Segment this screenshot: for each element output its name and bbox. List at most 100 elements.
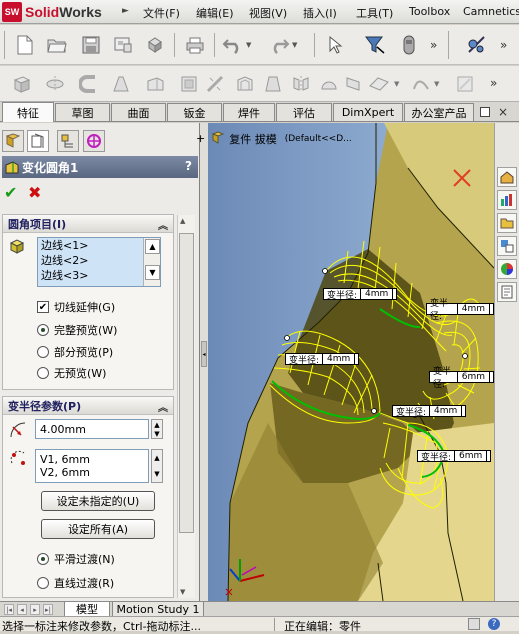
tab-sketch[interactable]: 草图 bbox=[55, 103, 110, 121]
solidworks-logo[interactable]: SW SolidWorks bbox=[2, 2, 102, 22]
callout-value[interactable]: 4mm bbox=[429, 405, 463, 417]
instant3d-icon[interactable] bbox=[454, 73, 476, 95]
list-item[interactable]: 边线<1> bbox=[38, 238, 160, 253]
prev-tab-arrow-icon[interactable]: ◂ bbox=[17, 604, 27, 615]
mirror-icon[interactable] bbox=[290, 73, 312, 95]
dome-icon[interactable] bbox=[318, 73, 340, 95]
print-icon[interactable] bbox=[184, 34, 206, 56]
radius-callout[interactable]: 变半径: 4mm bbox=[392, 405, 467, 418]
part-name[interactable]: 复件 拔模 bbox=[229, 131, 277, 147]
menu-toolbox[interactable]: Toolbox bbox=[409, 5, 450, 18]
open-folder-icon[interactable] bbox=[46, 34, 68, 56]
tab-model[interactable]: 模型 bbox=[64, 602, 110, 617]
callout-value[interactable]: 4mm bbox=[360, 288, 394, 300]
shell-icon[interactable] bbox=[234, 73, 256, 95]
list-item[interactable]: V1, 6mm bbox=[40, 453, 90, 466]
tab-dimxpert[interactable]: DimXpert bbox=[333, 103, 403, 121]
variable-radius-header[interactable]: 变半径参数(P) ︽ bbox=[3, 397, 173, 415]
tangent-propagation-checkbox[interactable]: ✔ 切线延伸(G) bbox=[37, 299, 115, 315]
ok-check-icon[interactable]: ✔ bbox=[4, 183, 17, 202]
curves-dropdown-icon[interactable]: ▼ bbox=[434, 80, 439, 88]
scroll-down-icon[interactable]: ▼ bbox=[180, 588, 185, 596]
straight-transition-radio[interactable]: 直线过渡(R) bbox=[37, 575, 114, 591]
make-drawing-icon[interactable] bbox=[112, 34, 134, 56]
menu-edit[interactable]: 编辑(E) bbox=[196, 5, 234, 21]
help-button[interactable]: ? bbox=[185, 159, 192, 173]
menu-camnetics[interactable]: Camnetics bbox=[463, 5, 519, 18]
vertex-list-scroll[interactable]: ▲ ▼ bbox=[151, 449, 163, 483]
graphics-area[interactable]: 变半径: 4mm 变半径: 4mm 变半径: 4mm 变半径: 6mm 变半径:… bbox=[208, 123, 494, 601]
chamfer-icon[interactable] bbox=[178, 73, 200, 95]
scroll-down-icon[interactable]: ▼ bbox=[145, 265, 160, 280]
menu-file[interactable]: 文件(F) bbox=[143, 5, 180, 21]
list-item[interactable]: 边线<2> bbox=[38, 253, 160, 268]
menu-view[interactable]: 视图(V) bbox=[249, 5, 287, 21]
set-all-button[interactable]: 设定所有(A) bbox=[41, 519, 155, 539]
view-orientation-icon[interactable] bbox=[466, 34, 488, 56]
tab-weldments[interactable]: 焊件 bbox=[223, 103, 275, 121]
radius-callout[interactable]: 变半径: 4mm bbox=[323, 288, 398, 301]
new-document-icon[interactable] bbox=[14, 34, 36, 56]
appearances-icon[interactable] bbox=[497, 259, 517, 279]
spin-down-icon[interactable]: ▼ bbox=[152, 429, 162, 438]
spin-up-icon[interactable]: ▲ bbox=[152, 420, 162, 429]
collapse-chevron-icon[interactable]: ︽ bbox=[158, 399, 168, 414]
list-item[interactable]: 边线<3> bbox=[38, 268, 160, 283]
design-library-icon[interactable] bbox=[497, 190, 517, 210]
callout-value[interactable]: 6mm bbox=[454, 450, 488, 462]
tab-motion-study[interactable]: Motion Study 1 bbox=[112, 602, 204, 617]
no-preview-radio[interactable]: 无预览(W) bbox=[37, 365, 106, 381]
expand-plus-icon[interactable]: + bbox=[196, 132, 205, 145]
wrap-icon[interactable] bbox=[342, 73, 364, 95]
menu-insert[interactable]: 插入(I) bbox=[303, 5, 337, 21]
rib-icon[interactable] bbox=[204, 73, 226, 95]
undo-dropdown-icon[interactable]: ▼ bbox=[246, 41, 251, 49]
scroll-up-icon[interactable]: ▲ bbox=[180, 217, 185, 225]
collapse-chevron-icon[interactable]: ︽ bbox=[158, 217, 168, 232]
callout-value[interactable]: 6mm bbox=[456, 371, 490, 383]
edges-list-scrollbar[interactable]: ▲ ▼ bbox=[143, 238, 160, 286]
feature-manager-tab-icon[interactable] bbox=[2, 130, 24, 152]
toolbar1-overflow-chevron-icon[interactable]: » bbox=[500, 38, 507, 52]
callout-value[interactable]: 4mm bbox=[322, 353, 356, 365]
list-item[interactable]: V2, 6mm bbox=[40, 466, 90, 479]
tab-office-products[interactable]: 办公室产品 bbox=[404, 103, 474, 121]
checkbox-checked-icon[interactable]: ✔ bbox=[37, 301, 49, 313]
tab-sheet-metal[interactable]: 钣金 bbox=[167, 103, 222, 121]
close-document-icon[interactable]: × bbox=[498, 105, 508, 119]
file-explorer-icon[interactable] bbox=[497, 213, 517, 233]
full-preview-radio[interactable]: 完整预览(W) bbox=[37, 322, 117, 338]
toolbar2-overflow-chevron-icon[interactable]: » bbox=[490, 76, 497, 90]
menu-expand-arrow-icon[interactable]: ► bbox=[122, 6, 129, 16]
save-icon[interactable] bbox=[80, 34, 102, 56]
configuration-manager-tab-icon[interactable] bbox=[57, 130, 79, 152]
last-tab-arrow-icon[interactable]: ▸| bbox=[43, 604, 53, 615]
cancel-x-icon[interactable]: ✖ bbox=[28, 183, 41, 202]
radius-callout[interactable]: 变半径: 6mm bbox=[429, 367, 494, 390]
rebuild-status-icon[interactable] bbox=[468, 618, 480, 630]
curves-icon[interactable] bbox=[410, 73, 432, 95]
tab-features[interactable]: 特征 bbox=[2, 102, 54, 122]
select-arrow-icon[interactable] bbox=[324, 34, 346, 56]
toolbar1-more-chevron-icon[interactable]: » bbox=[430, 38, 437, 52]
scrollbar-thumb[interactable] bbox=[179, 233, 194, 533]
view-palette-icon[interactable] bbox=[497, 236, 517, 256]
tab-surfaces[interactable]: 曲面 bbox=[111, 103, 166, 121]
radius-callout[interactable]: 变半径: 4mm bbox=[426, 299, 494, 322]
help-status-icon[interactable]: ? bbox=[488, 618, 500, 630]
partial-preview-radio[interactable]: 部分预览(P) bbox=[37, 344, 113, 360]
make-assembly-icon[interactable] bbox=[144, 34, 166, 56]
scroll-down-icon[interactable]: ▼ bbox=[152, 466, 162, 482]
property-manager-scrollbar[interactable]: ▲ ▼ bbox=[177, 215, 195, 598]
extruded-boss-icon[interactable] bbox=[10, 73, 32, 95]
radius-callout[interactable]: 变半径: 6mm bbox=[417, 450, 492, 463]
menu-tools[interactable]: 工具(T) bbox=[356, 5, 393, 21]
scroll-up-icon[interactable]: ▲ bbox=[145, 239, 160, 254]
property-manager-tab-icon[interactable] bbox=[27, 130, 49, 152]
first-tab-arrow-icon[interactable]: |◂ bbox=[4, 604, 14, 615]
radius-spinner[interactable]: ▲ ▼ bbox=[151, 419, 163, 439]
scroll-up-icon[interactable]: ▲ bbox=[152, 450, 162, 466]
fillet-icon[interactable] bbox=[144, 73, 166, 95]
edges-listbox[interactable]: 边线<1> 边线<2> 边线<3> ▲ ▼ bbox=[37, 237, 161, 287]
next-tab-arrow-icon[interactable]: ▸ bbox=[30, 604, 40, 615]
